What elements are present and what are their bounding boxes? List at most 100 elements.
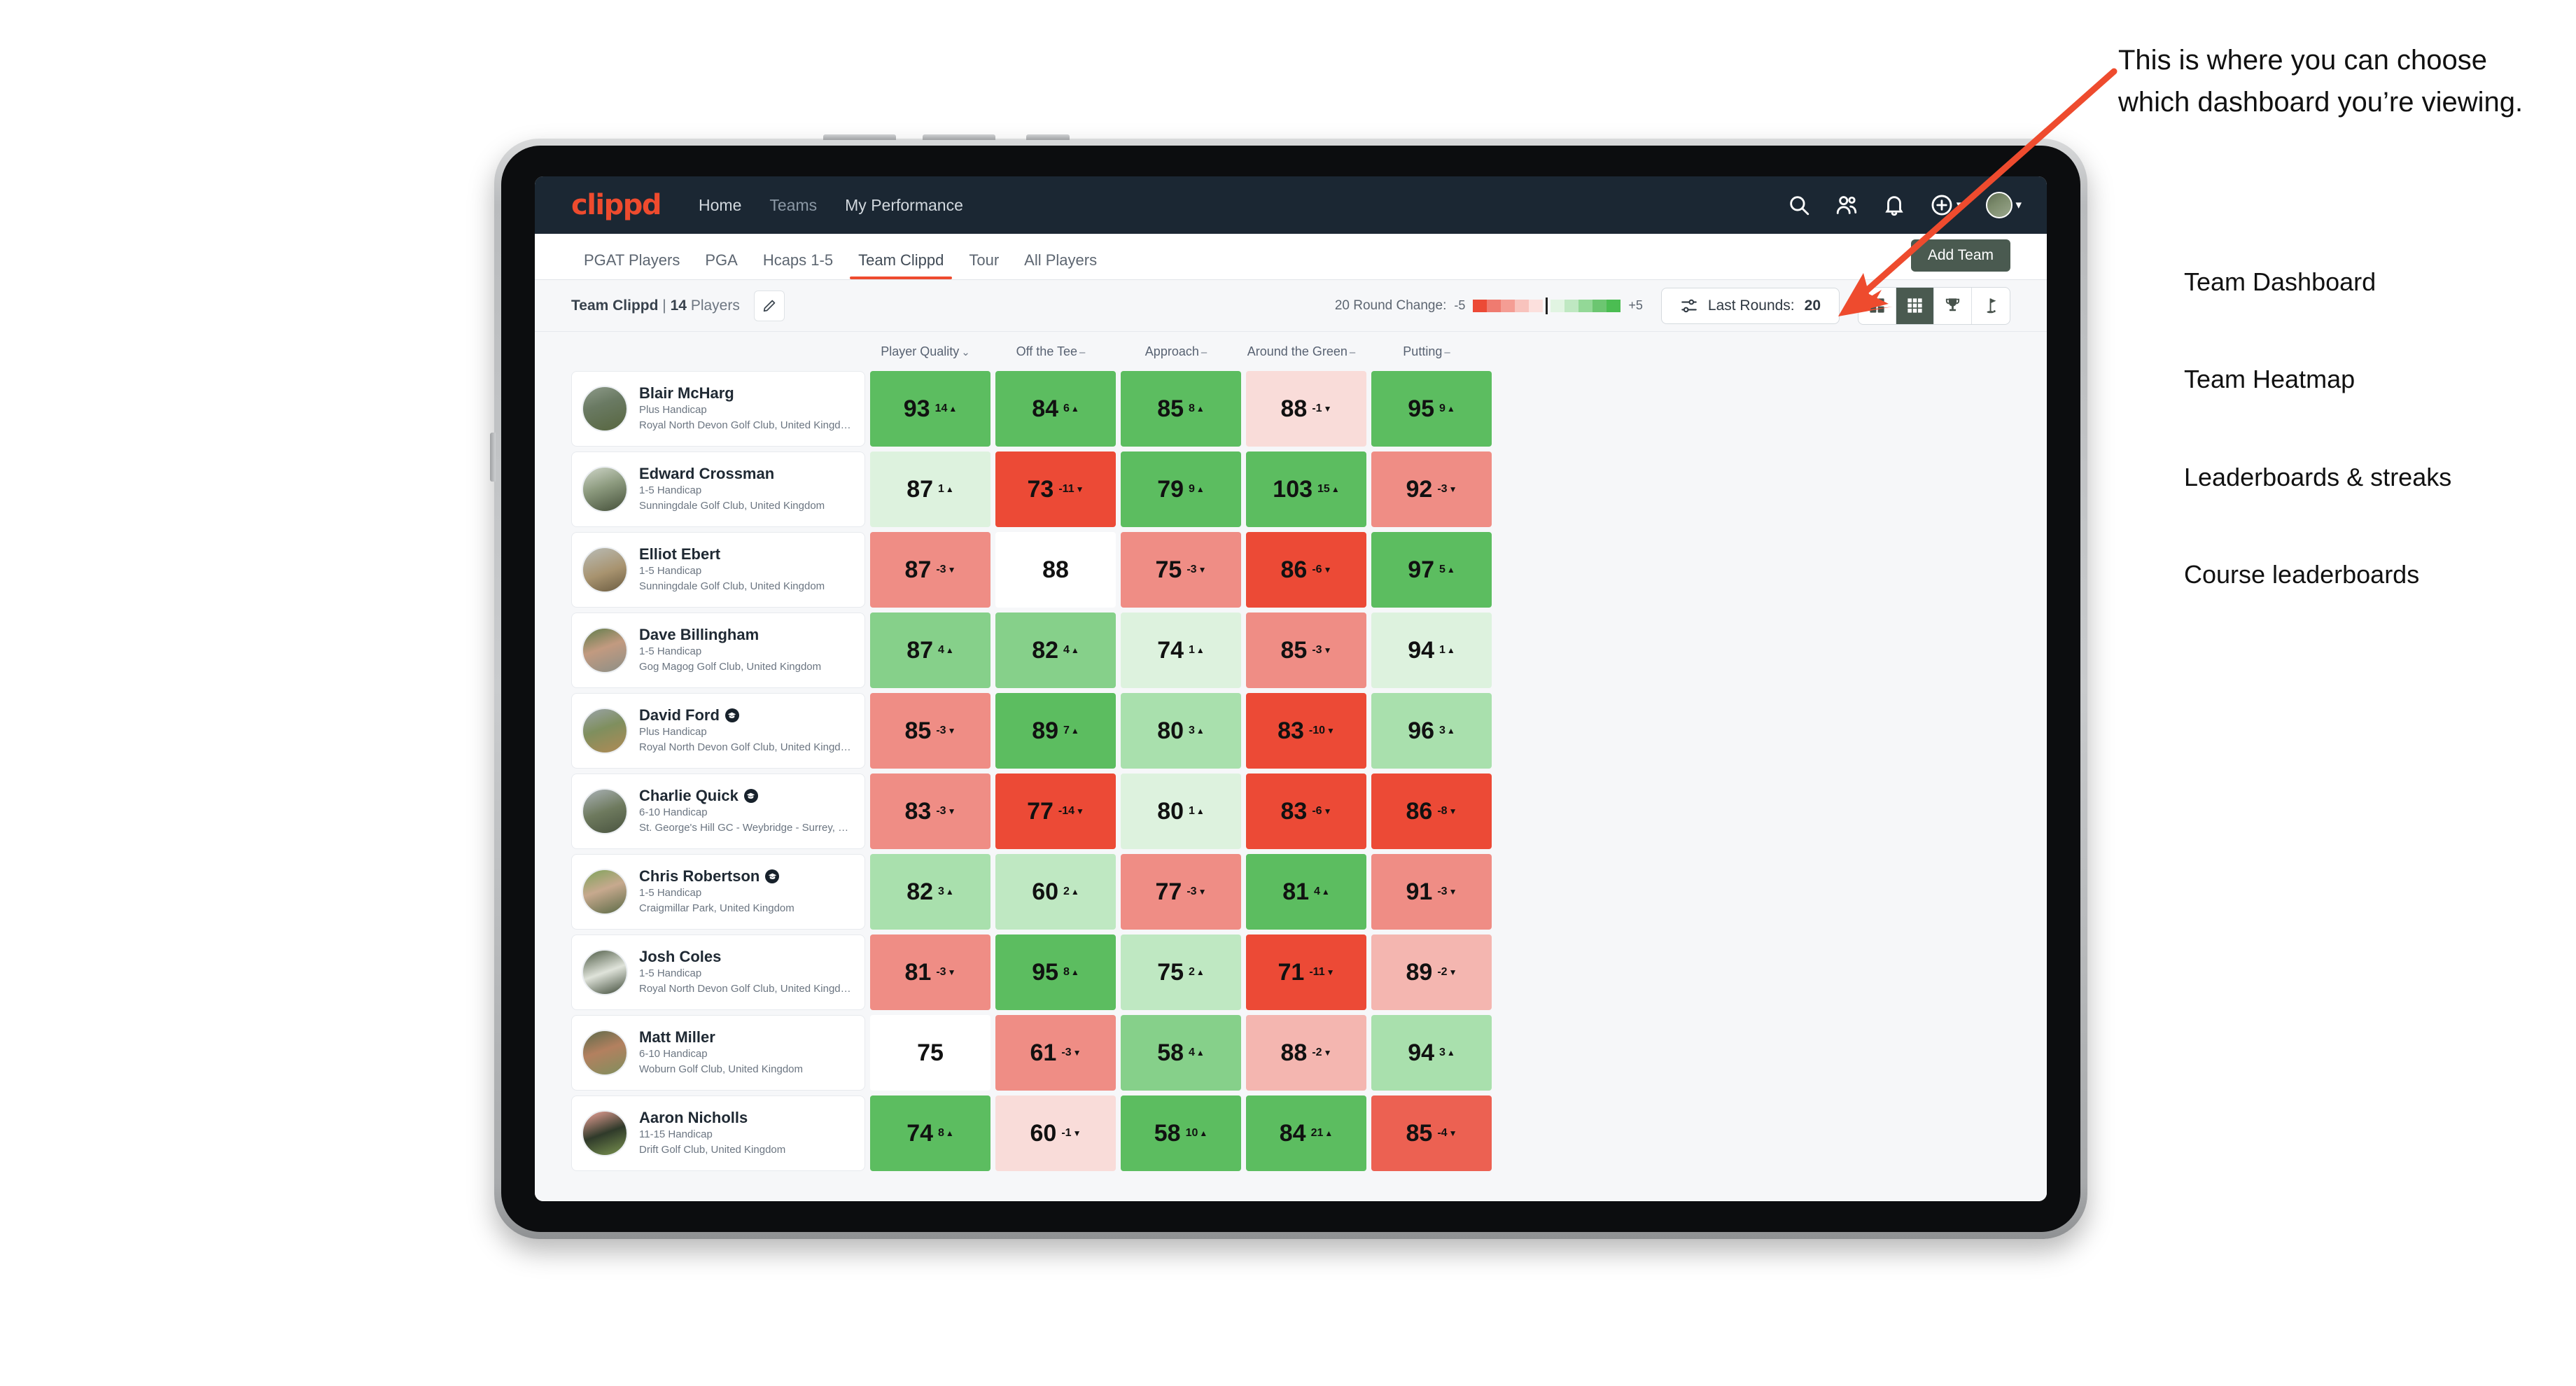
heatmap-cell[interactable]: 85 -4 ▼ bbox=[1371, 1096, 1492, 1171]
table-row[interactable]: Matt Miller 6-10 Handicap Woburn Golf Club… bbox=[571, 1015, 2010, 1091]
column-header-approach[interactable]: Approach – bbox=[1116, 344, 1236, 359]
heatmap-cell[interactable]: 82 3 ▲ bbox=[870, 854, 990, 930]
heatmap-cell[interactable]: 60 -1 ▼ bbox=[995, 1096, 1116, 1171]
table-row[interactable]: Josh Coles 1-5 Handicap Royal North Devon … bbox=[571, 934, 2010, 1010]
tab-pgat-players[interactable]: PGAT Players bbox=[571, 251, 692, 279]
heatmap-cell[interactable]: 73 -11 ▼ bbox=[995, 451, 1116, 527]
heatmap-cell[interactable]: 83 -3 ▼ bbox=[870, 774, 990, 849]
heatmap-cell[interactable]: 96 3 ▲ bbox=[1371, 693, 1492, 769]
player-card[interactable]: Chris Robertson 1-5 Handicap Craigmillar P… bbox=[571, 854, 865, 930]
player-card[interactable]: David Ford Plus Handicap Royal North Devon… bbox=[571, 693, 865, 769]
heatmap-cell[interactable]: 85 -3 ▼ bbox=[870, 693, 990, 769]
player-card[interactable]: Matt Miller 6-10 Handicap Woburn Golf Club… bbox=[571, 1015, 865, 1091]
tab-pga[interactable]: PGA bbox=[692, 251, 750, 279]
heatmap-cell[interactable]: 80 3 ▲ bbox=[1121, 693, 1241, 769]
heatmap-cell[interactable]: 83 -6 ▼ bbox=[1246, 774, 1366, 849]
table-row[interactable]: David Ford Plus Handicap Royal North Devon… bbox=[571, 693, 2010, 769]
clippd-logo[interactable]: clippd bbox=[571, 189, 662, 221]
heatmap-cell[interactable]: 85 -3 ▼ bbox=[1246, 612, 1366, 688]
heatmap-cell[interactable]: 75 -3 ▼ bbox=[1121, 532, 1241, 608]
sort-indicator-icon: ⌄ bbox=[961, 346, 970, 358]
heatmap-cell[interactable]: 89 7 ▲ bbox=[995, 693, 1116, 769]
search-icon[interactable] bbox=[1787, 193, 1811, 217]
heatmap-cell[interactable]: 87 -3 ▼ bbox=[870, 532, 990, 608]
player-card[interactable]: Aaron Nicholls 11-15 Handicap Drift Golf C… bbox=[571, 1096, 865, 1171]
heatmap-cell[interactable]: 60 2 ▲ bbox=[995, 854, 1116, 930]
cell-delta: -6 ▼ bbox=[1312, 806, 1331, 817]
heatmap-cell[interactable]: 82 4 ▲ bbox=[995, 612, 1116, 688]
tab-tour[interactable]: Tour bbox=[956, 251, 1011, 279]
heatmap-cell[interactable]: 86 -6 ▼ bbox=[1246, 532, 1366, 608]
player-card[interactable]: Elliot Ebert 1-5 Handicap Sunningdale Golf… bbox=[571, 532, 865, 608]
table-row[interactable]: Elliot Ebert 1-5 Handicap Sunningdale Golf… bbox=[571, 532, 2010, 608]
tab-all-players[interactable]: All Players bbox=[1011, 251, 1110, 279]
heatmap-cell[interactable]: 75 bbox=[870, 1015, 990, 1091]
heatmap-cell[interactable]: 75 2 ▲ bbox=[1121, 934, 1241, 1010]
column-header-player-quality[interactable]: Player Quality ⌄ bbox=[865, 344, 986, 359]
heatmap-cell[interactable]: 92 -3 ▼ bbox=[1371, 451, 1492, 527]
heatmap-cell[interactable]: 94 1 ▲ bbox=[1371, 612, 1492, 688]
table-row[interactable]: Edward Crossman 1-5 Handicap Sunningdale G… bbox=[571, 451, 2010, 527]
player-card[interactable]: Charlie Quick 6-10 Handicap St. George's H… bbox=[571, 774, 865, 849]
heatmap-cell[interactable]: 95 8 ▲ bbox=[995, 934, 1116, 1010]
heatmap-cell[interactable]: 95 9 ▲ bbox=[1371, 371, 1492, 447]
heatmap-cell[interactable]: 84 21 ▲ bbox=[1246, 1096, 1366, 1171]
player-card[interactable]: Josh Coles 1-5 Handicap Royal North Devon … bbox=[571, 934, 865, 1010]
column-header-putting[interactable]: Putting – bbox=[1366, 344, 1487, 359]
heatmap-cell[interactable]: 80 1 ▲ bbox=[1121, 774, 1241, 849]
heatmap-cell[interactable]: 87 1 ▲ bbox=[870, 451, 990, 527]
column-header-around-the-green[interactable]: Around the Green – bbox=[1241, 344, 1362, 359]
table-row[interactable]: Dave Billingham 1-5 Handicap Gog Magog Gol… bbox=[571, 612, 2010, 688]
player-card[interactable]: Dave Billingham 1-5 Handicap Gog Magog Gol… bbox=[571, 612, 865, 688]
heatmap-cell[interactable]: 88 -1 ▼ bbox=[1246, 371, 1366, 447]
heatmap-cell[interactable]: 89 -2 ▼ bbox=[1371, 934, 1492, 1010]
heatmap-cell[interactable]: 97 5 ▲ bbox=[1371, 532, 1492, 608]
heatmap-cell[interactable]: 84 6 ▲ bbox=[995, 371, 1116, 447]
last-rounds-filter-button[interactable]: Last Rounds: 20 bbox=[1660, 287, 1840, 324]
cell-delta: -6 ▼ bbox=[1312, 564, 1331, 575]
player-name: Edward Crossman bbox=[639, 465, 825, 483]
column-header-off-the-tee[interactable]: Off the Tee – bbox=[990, 344, 1111, 359]
table-row[interactable]: Chris Robertson 1-5 Handicap Craigmillar P… bbox=[571, 854, 2010, 930]
heatmap-cell[interactable]: 88 bbox=[995, 532, 1116, 608]
heatmap-cell[interactable]: 86 -8 ▼ bbox=[1371, 774, 1492, 849]
edit-team-button[interactable] bbox=[753, 290, 785, 321]
heatmap-cell[interactable]: 87 4 ▲ bbox=[870, 612, 990, 688]
heatmap-cell[interactable]: 77 -3 ▼ bbox=[1121, 854, 1241, 930]
heatmap-cell[interactable]: 74 1 ▲ bbox=[1121, 612, 1241, 688]
player-card[interactable]: Blair McHarg Plus Handicap Royal North Dev… bbox=[571, 371, 865, 447]
heatmap-cell[interactable]: 93 14 ▲ bbox=[870, 371, 990, 447]
volume-up-button[interactable] bbox=[823, 134, 896, 140]
power-button[interactable] bbox=[1026, 134, 1070, 140]
nav-link-teams[interactable]: Teams bbox=[769, 196, 817, 215]
nav-link-my-performance[interactable]: My Performance bbox=[845, 196, 963, 215]
cell-delta-value: 1 bbox=[1189, 644, 1195, 656]
heatmap-cell[interactable]: 81 4 ▲ bbox=[1246, 854, 1366, 930]
heatmap-cell[interactable]: 77 -14 ▼ bbox=[995, 774, 1116, 849]
heatmap-cell[interactable]: 103 15 ▲ bbox=[1246, 451, 1366, 527]
heatmap-cell[interactable]: 79 9 ▲ bbox=[1121, 451, 1241, 527]
heatmap-cell[interactable]: 91 -3 ▼ bbox=[1371, 854, 1492, 930]
table-row[interactable]: Charlie Quick 6-10 Handicap St. George's H… bbox=[571, 774, 2010, 849]
table-row[interactable]: Aaron Nicholls 11-15 Handicap Drift Golf C… bbox=[571, 1096, 2010, 1171]
nav-link-home[interactable]: Home bbox=[699, 196, 741, 215]
tab-hcaps-1-5[interactable]: Hcaps 1-5 bbox=[750, 251, 846, 279]
player-club: Royal North Devon Golf Club, United King… bbox=[639, 419, 855, 431]
cell-value: 60 bbox=[1032, 878, 1059, 905]
heatmap-cell[interactable]: 85 8 ▲ bbox=[1121, 371, 1241, 447]
tab-team-clippd[interactable]: Team Clippd bbox=[846, 251, 956, 279]
heatmap-cell[interactable]: 61 -3 ▼ bbox=[995, 1015, 1116, 1091]
volume-down-button[interactable] bbox=[923, 134, 995, 140]
heatmap-cell[interactable]: 94 3 ▲ bbox=[1371, 1015, 1492, 1091]
heatmap-cell[interactable]: 81 -3 ▼ bbox=[870, 934, 990, 1010]
heatmap-cell[interactable]: 71 -11 ▼ bbox=[1246, 934, 1366, 1010]
player-card[interactable]: Edward Crossman 1-5 Handicap Sunningdale G… bbox=[571, 451, 865, 527]
heatmap-cell[interactable]: 58 4 ▲ bbox=[1121, 1015, 1241, 1091]
table-row[interactable]: Blair McHarg Plus Handicap Royal North Dev… bbox=[571, 371, 2010, 447]
cell-value: 81 bbox=[904, 959, 932, 986]
side-button[interactable] bbox=[490, 433, 496, 482]
heatmap-cell[interactable]: 88 -2 ▼ bbox=[1246, 1015, 1366, 1091]
heatmap-cell[interactable]: 74 8 ▲ bbox=[870, 1096, 990, 1171]
heatmap-cell[interactable]: 58 10 ▲ bbox=[1121, 1096, 1241, 1171]
heatmap-cell[interactable]: 83 -10 ▼ bbox=[1246, 693, 1366, 769]
